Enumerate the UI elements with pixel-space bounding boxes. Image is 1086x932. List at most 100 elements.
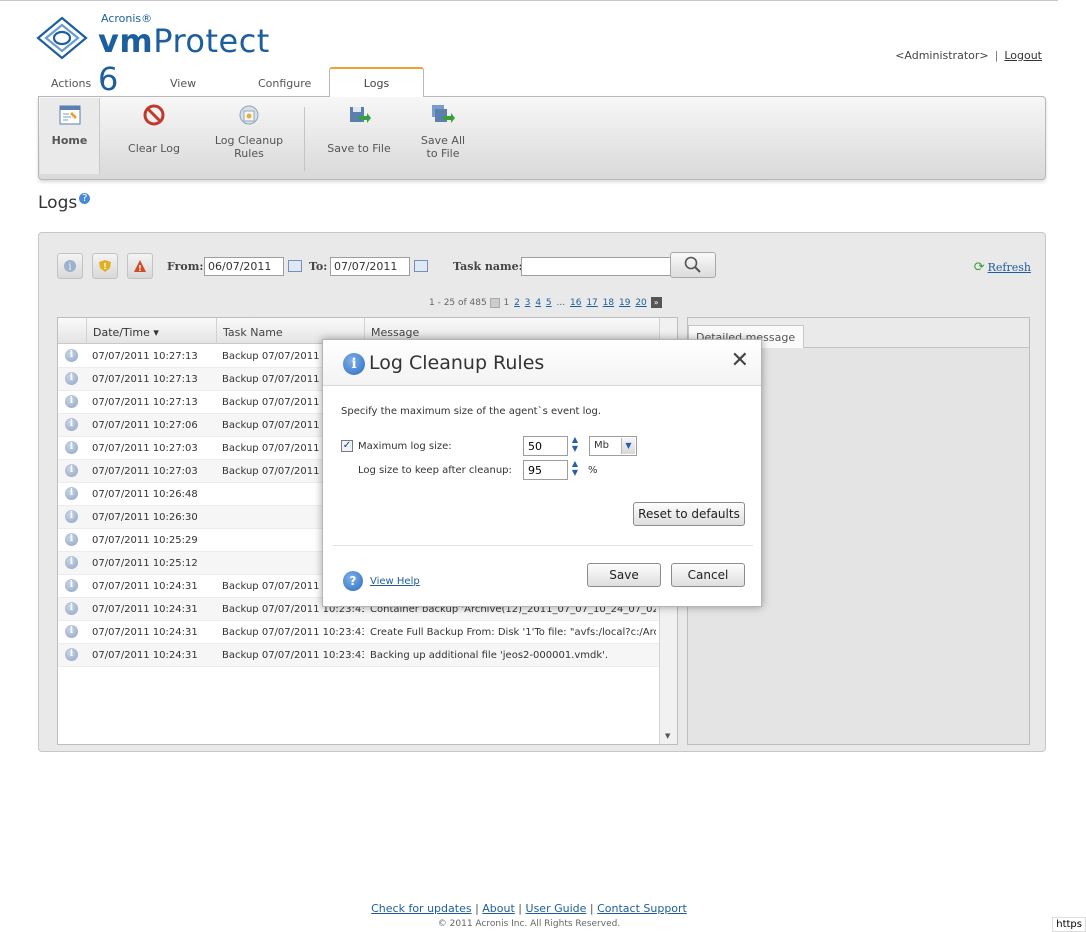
pager-page[interactable]: 17 bbox=[586, 298, 597, 308]
window-edge bbox=[1058, 0, 1086, 932]
save-to-file-button[interactable]: Save to File bbox=[321, 103, 397, 155]
info-icon: i bbox=[65, 441, 78, 454]
cell-datetime: 07/07/2011 10:24:31 bbox=[92, 604, 198, 615]
filter-warning-button[interactable]: ! bbox=[92, 253, 118, 279]
keep-size-stepper[interactable]: ▲ ▼ bbox=[568, 459, 582, 479]
search-button[interactable] bbox=[670, 252, 716, 278]
check-updates-link[interactable]: Check for updates bbox=[371, 902, 471, 915]
view-help-link[interactable]: View Help bbox=[370, 576, 420, 587]
column-icon bbox=[58, 318, 86, 344]
help-icon[interactable]: ? bbox=[79, 193, 91, 204]
home-label: Home bbox=[51, 134, 88, 147]
keep-size-unit: % bbox=[588, 465, 598, 476]
column-datetime[interactable]: Date/Time ▾ bbox=[86, 318, 216, 344]
cell-task: Backup 07/07/2011 10:23:43 bbox=[222, 650, 364, 661]
info-filter-icon: i bbox=[64, 260, 76, 273]
about-link[interactable]: About bbox=[482, 902, 515, 915]
reset-defaults-button[interactable]: Reset to defaults bbox=[633, 502, 745, 526]
no-entry-icon bbox=[143, 104, 165, 126]
cell-datetime: 07/07/2011 10:24:31 bbox=[92, 627, 198, 638]
dialog-title: Log Cleanup Rules bbox=[369, 352, 545, 374]
refresh-control: ⟳ Refresh bbox=[974, 260, 1031, 275]
calendar-icon[interactable] bbox=[414, 260, 428, 272]
pager-next-button[interactable]: » bbox=[650, 297, 662, 308]
menu-logs[interactable]: Logs bbox=[329, 67, 424, 97]
logout-link[interactable]: Logout bbox=[1004, 49, 1042, 62]
page-footer: Check for updates | About | User Guide |… bbox=[0, 902, 1058, 929]
info-icon: i bbox=[65, 533, 78, 546]
pager-page[interactable]: 18 bbox=[603, 298, 614, 308]
user-guide-link[interactable]: User Guide bbox=[526, 902, 587, 915]
info-icon: i bbox=[65, 625, 78, 638]
cell-message: Create Full Backup From: Disk '1'To file… bbox=[370, 627, 656, 638]
to-date-input[interactable] bbox=[330, 257, 410, 276]
page-title: Logs? bbox=[38, 193, 91, 213]
info-icon: i bbox=[65, 418, 78, 431]
max-log-size-input[interactable] bbox=[523, 436, 568, 456]
pager-page[interactable]: 19 bbox=[619, 298, 630, 308]
cell-datetime: 07/07/2011 10:26:48 bbox=[92, 489, 198, 500]
pager-prev-button[interactable] bbox=[489, 297, 500, 308]
menu-configure[interactable]: Configure bbox=[258, 77, 311, 90]
filter-error-button[interactable]: ! bbox=[127, 253, 153, 279]
refresh-icon[interactable]: ⟳ bbox=[974, 260, 985, 275]
page-title-text: Logs bbox=[38, 193, 78, 213]
cell-task: Backup 07/07/2011 10:23:43 bbox=[222, 627, 364, 638]
info-icon: i bbox=[65, 395, 78, 408]
max-log-size-checkbox[interactable]: ✓ bbox=[341, 440, 353, 452]
cell-datetime: 07/07/2011 10:27:03 bbox=[92, 466, 198, 477]
menu-view[interactable]: View bbox=[170, 77, 196, 90]
warning-shield-icon: ! bbox=[99, 260, 111, 272]
table-row[interactable]: i 07/07/2011 10:24:31 Backup 07/07/2011 10… bbox=[58, 621, 660, 644]
menu-actions[interactable]: Actions bbox=[51, 77, 91, 90]
pager-page[interactable]: 2 bbox=[514, 298, 520, 308]
clear-log-button[interactable]: Clear Log bbox=[119, 103, 189, 155]
svg-text:!: ! bbox=[138, 264, 142, 273]
pager: 1 - 25 of 485 1 2 3 4 5 ... 16 17 18 19 … bbox=[429, 297, 662, 308]
refresh-link[interactable]: Refresh bbox=[988, 261, 1031, 274]
table-row[interactable]: i 07/07/2011 10:24:31 Backup 07/07/2011 10… bbox=[58, 644, 660, 667]
pager-page[interactable]: 1 bbox=[503, 298, 509, 308]
task-name-input[interactable] bbox=[521, 257, 671, 276]
pager-page[interactable]: 20 bbox=[635, 298, 646, 308]
error-triangle-icon: ! bbox=[134, 260, 146, 273]
home-button[interactable]: Home bbox=[40, 98, 100, 174]
svg-text:i: i bbox=[69, 263, 72, 273]
cleanup-label-1: Log Cleanup bbox=[214, 134, 284, 147]
info-icon: i bbox=[343, 353, 365, 375]
save-button[interactable]: Save bbox=[587, 563, 661, 587]
cancel-button[interactable]: Cancel bbox=[671, 563, 745, 587]
pager-page[interactable]: 4 bbox=[535, 298, 541, 308]
cell-datetime: 07/07/2011 10:25:12 bbox=[92, 558, 198, 569]
close-icon[interactable]: ✕ bbox=[731, 348, 749, 373]
from-date-input[interactable] bbox=[204, 257, 284, 276]
ribbon-separator bbox=[304, 107, 305, 171]
info-icon: i bbox=[65, 556, 78, 569]
pager-page[interactable]: 3 bbox=[525, 298, 531, 308]
search-icon bbox=[684, 256, 701, 273]
log-cleanup-rules-button[interactable]: Log Cleanup Rules bbox=[207, 103, 291, 160]
cleanup-rules-icon bbox=[239, 105, 259, 125]
max-log-size-stepper[interactable]: ▲ ▼ bbox=[568, 435, 582, 455]
user-bar: <Administrator> | Logout bbox=[895, 49, 1042, 62]
pager-page[interactable]: 5 bbox=[546, 298, 552, 308]
app-logo: Acronis® vmProtect 6 bbox=[34, 8, 294, 98]
contact-support-link[interactable]: Contact Support bbox=[597, 902, 687, 915]
cell-datetime: 07/07/2011 10:27:06 bbox=[92, 420, 198, 431]
filter-info-button[interactable]: i bbox=[57, 253, 83, 279]
save-all-label-1: Save All bbox=[420, 134, 466, 147]
unit-select[interactable]: Mb ▼ bbox=[589, 436, 637, 456]
info-icon: i bbox=[65, 349, 78, 362]
dialog-footer: ? View Help Save Cancel bbox=[323, 550, 761, 606]
keep-size-label: Log size to keep after cleanup: bbox=[358, 465, 512, 476]
task-name-label: Task name: bbox=[453, 260, 523, 273]
cleanup-label-2: Rules bbox=[234, 147, 264, 160]
keep-size-input[interactable] bbox=[523, 460, 568, 480]
help-icon[interactable]: ? bbox=[343, 571, 363, 591]
save-all-label-2: to File bbox=[426, 147, 460, 160]
cell-datetime: 07/07/2011 10:27:13 bbox=[92, 374, 198, 385]
pager-page[interactable]: 16 bbox=[570, 298, 581, 308]
save-all-to-file-button[interactable]: Save All to File bbox=[413, 103, 473, 160]
calendar-icon[interactable] bbox=[288, 260, 302, 272]
svg-text:!: ! bbox=[103, 262, 107, 271]
